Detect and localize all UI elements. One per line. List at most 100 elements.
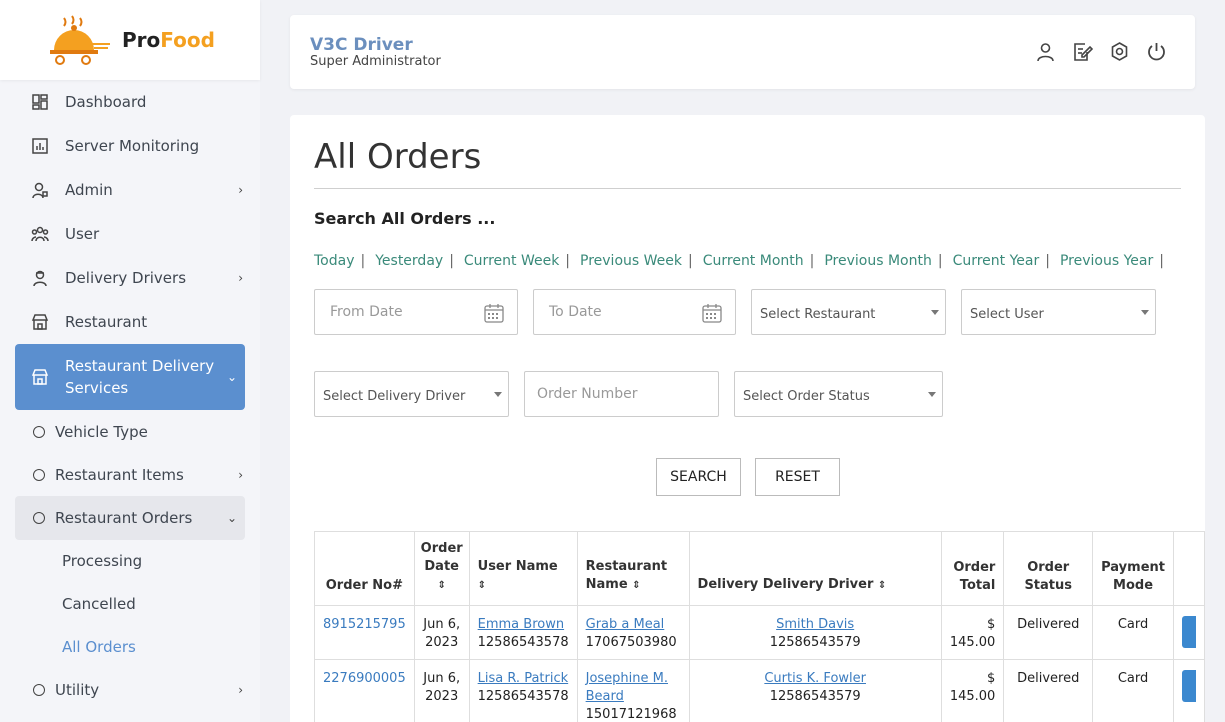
sidebar-item-label: Vehicle Type: [55, 423, 148, 441]
separator: |: [1159, 253, 1164, 269]
sidebar-item-vehicle-type[interactable]: Vehicle Type: [15, 410, 245, 454]
sidebar-item-admin[interactable]: Admin ›: [15, 168, 245, 212]
filter-current-year[interactable]: Current Year: [953, 253, 1046, 269]
order-date-line: Jun 6,: [423, 617, 461, 632]
orders-table: Order No# Order Date ⇕ User Name ⇕ Restau…: [314, 531, 1205, 722]
user-name-link[interactable]: Lisa R. Patrick: [478, 671, 569, 686]
order-number-placeholder: Order Number: [537, 386, 638, 402]
filter-previous-month[interactable]: Previous Month: [824, 253, 938, 269]
restaurant-name-link[interactable]: Josephine M.: [586, 671, 668, 686]
sidebar-item-all-orders[interactable]: All Orders: [15, 625, 245, 669]
order-number-cell: 2276900005: [314, 659, 415, 722]
calendar-icon[interactable]: [701, 302, 723, 324]
settings-icon[interactable]: [1109, 41, 1130, 62]
user-phone: 12586543578: [477, 689, 569, 704]
user-cell: Emma Brown 12586543578: [468, 605, 578, 660]
sidebar-item-cancelled[interactable]: Cancelled: [15, 582, 245, 626]
reset-button[interactable]: RESET: [755, 458, 840, 496]
col-restaurant-name[interactable]: Restaurant Name ⇕: [576, 531, 690, 606]
filter-current-week[interactable]: Current Week: [464, 253, 565, 269]
user-role: Super Administrator: [310, 54, 441, 69]
circle-icon: [33, 426, 45, 438]
driver-name-link[interactable]: Smith Davis: [776, 617, 854, 632]
sidebar-item-label: Delivery Drivers: [65, 269, 187, 287]
col-order-date-label: Order Date: [420, 541, 463, 574]
user-name-link[interactable]: Emma Brown: [478, 617, 564, 632]
order-number-link[interactable]: 2276900005: [323, 671, 406, 686]
chevron-right-icon: ›: [238, 183, 243, 197]
filter-previous-week[interactable]: Previous Week: [580, 253, 688, 269]
sidebar-item-restaurant-items[interactable]: Restaurant Items ›: [15, 453, 245, 497]
brand-pro: Pro: [122, 28, 161, 52]
order-date-cell: Jun 6, 2023: [413, 659, 470, 722]
sidebar-item-delivery-drivers[interactable]: Delivery Drivers ›: [15, 256, 245, 300]
order-date-line: 2023: [425, 689, 459, 704]
restaurant-name-link[interactable]: Grab a Meal: [586, 617, 665, 632]
logo[interactable]: ProFood: [0, 0, 260, 80]
view-order-button[interactable]: [1181, 616, 1196, 648]
store-icon: [31, 368, 49, 386]
calendar-icon[interactable]: [483, 302, 505, 324]
col-order-total: Order Total: [940, 531, 1005, 606]
sidebar-item-restaurant-delivery-services[interactable]: Restaurant Delivery Services ⌄: [15, 344, 245, 410]
filter-current-month[interactable]: Current Month: [703, 253, 810, 269]
sidebar-item-restaurant-orders[interactable]: Restaurant Orders ⌄: [15, 496, 245, 540]
restaurant-select-value: Select Restaurant: [760, 307, 876, 322]
food-cloche-icon: [46, 14, 112, 66]
sort-icon[interactable]: ⇕: [478, 580, 486, 591]
admin-icon: [31, 181, 49, 199]
filter-yesterday[interactable]: Yesterday: [375, 253, 449, 269]
sort-icon[interactable]: ⇕: [632, 580, 640, 591]
order-number-link[interactable]: 8915215795: [323, 617, 406, 632]
restaurant-select[interactable]: Select Restaurant: [751, 289, 946, 335]
col-order-no: Order No#: [314, 531, 415, 606]
main-card: All Orders Search All Orders ... Today | …: [290, 115, 1205, 722]
dashboard-icon: [31, 93, 49, 111]
order-status-select[interactable]: Select Order Status: [734, 371, 943, 417]
order-total-value: 145.00: [949, 635, 996, 650]
sidebar-item-server-monitoring[interactable]: Server Monitoring: [15, 124, 245, 168]
driver-icon: [31, 269, 49, 287]
sidebar-item-dashboard[interactable]: Dashboard: [15, 80, 245, 124]
actions-cell: [1172, 605, 1205, 660]
filter-previous-year[interactable]: Previous Year: [1060, 253, 1159, 269]
sidebar-item-processing[interactable]: Processing: [15, 539, 245, 583]
restaurant-phone: 17067503980: [585, 635, 677, 650]
col-payment-mode: Payment Mode: [1092, 531, 1174, 606]
edit-document-icon[interactable]: [1072, 41, 1093, 62]
sidebar-item-utility[interactable]: Utility ›: [15, 668, 245, 712]
payment-mode-cell: Card: [1092, 605, 1174, 660]
col-user-name[interactable]: User Name ⇕: [468, 531, 578, 606]
restaurant-name-link[interactable]: Beard: [586, 689, 624, 704]
dropdown-arrow-icon: [1141, 310, 1149, 315]
to-date-input[interactable]: To Date: [533, 289, 736, 335]
order-total-cell: $145.00: [940, 659, 1005, 722]
separator: |: [937, 253, 943, 269]
sidebar-item-restaurant[interactable]: Restaurant: [15, 300, 245, 344]
order-number-input[interactable]: Order Number: [524, 371, 719, 417]
col-order-date[interactable]: Order Date ⇕: [413, 531, 470, 606]
payment-mode-cell: Card: [1092, 659, 1174, 722]
power-icon[interactable]: [1146, 41, 1167, 62]
col-driver[interactable]: Delivery Delivery Driver ⇕: [688, 531, 942, 606]
driver-name-link[interactable]: Curtis K. Fowler: [764, 671, 866, 686]
sort-icon[interactable]: ⇕: [878, 580, 886, 591]
driver-select[interactable]: Select Delivery Driver: [314, 371, 509, 417]
order-total-cell: $145.00: [940, 605, 1005, 660]
table-row: 2276900005 Jun 6, 2023 Lisa R. Patrick 125…: [314, 659, 1205, 722]
quick-date-filters: Today | Yesterday | Current Week | Previous…: [314, 253, 1174, 269]
sidebar-item-label: Server Monitoring: [65, 137, 200, 155]
sort-icon[interactable]: ⇕: [437, 580, 445, 591]
col-order-total-label: Order Total: [953, 560, 996, 593]
from-date-input[interactable]: From Date: [314, 289, 518, 335]
sidebar-item-label: Restaurant Items: [55, 466, 184, 484]
dropdown-arrow-icon: [494, 392, 502, 397]
profile-icon[interactable]: [1035, 41, 1056, 62]
user-select[interactable]: Select User: [961, 289, 1156, 335]
view-order-button[interactable]: [1181, 670, 1196, 702]
filter-today[interactable]: Today: [314, 253, 361, 269]
col-restaurant-name-label: Restaurant Name: [585, 559, 668, 592]
title-divider: [314, 188, 1181, 189]
sidebar-item-user[interactable]: User: [15, 212, 245, 256]
search-button[interactable]: SEARCH: [656, 458, 741, 496]
